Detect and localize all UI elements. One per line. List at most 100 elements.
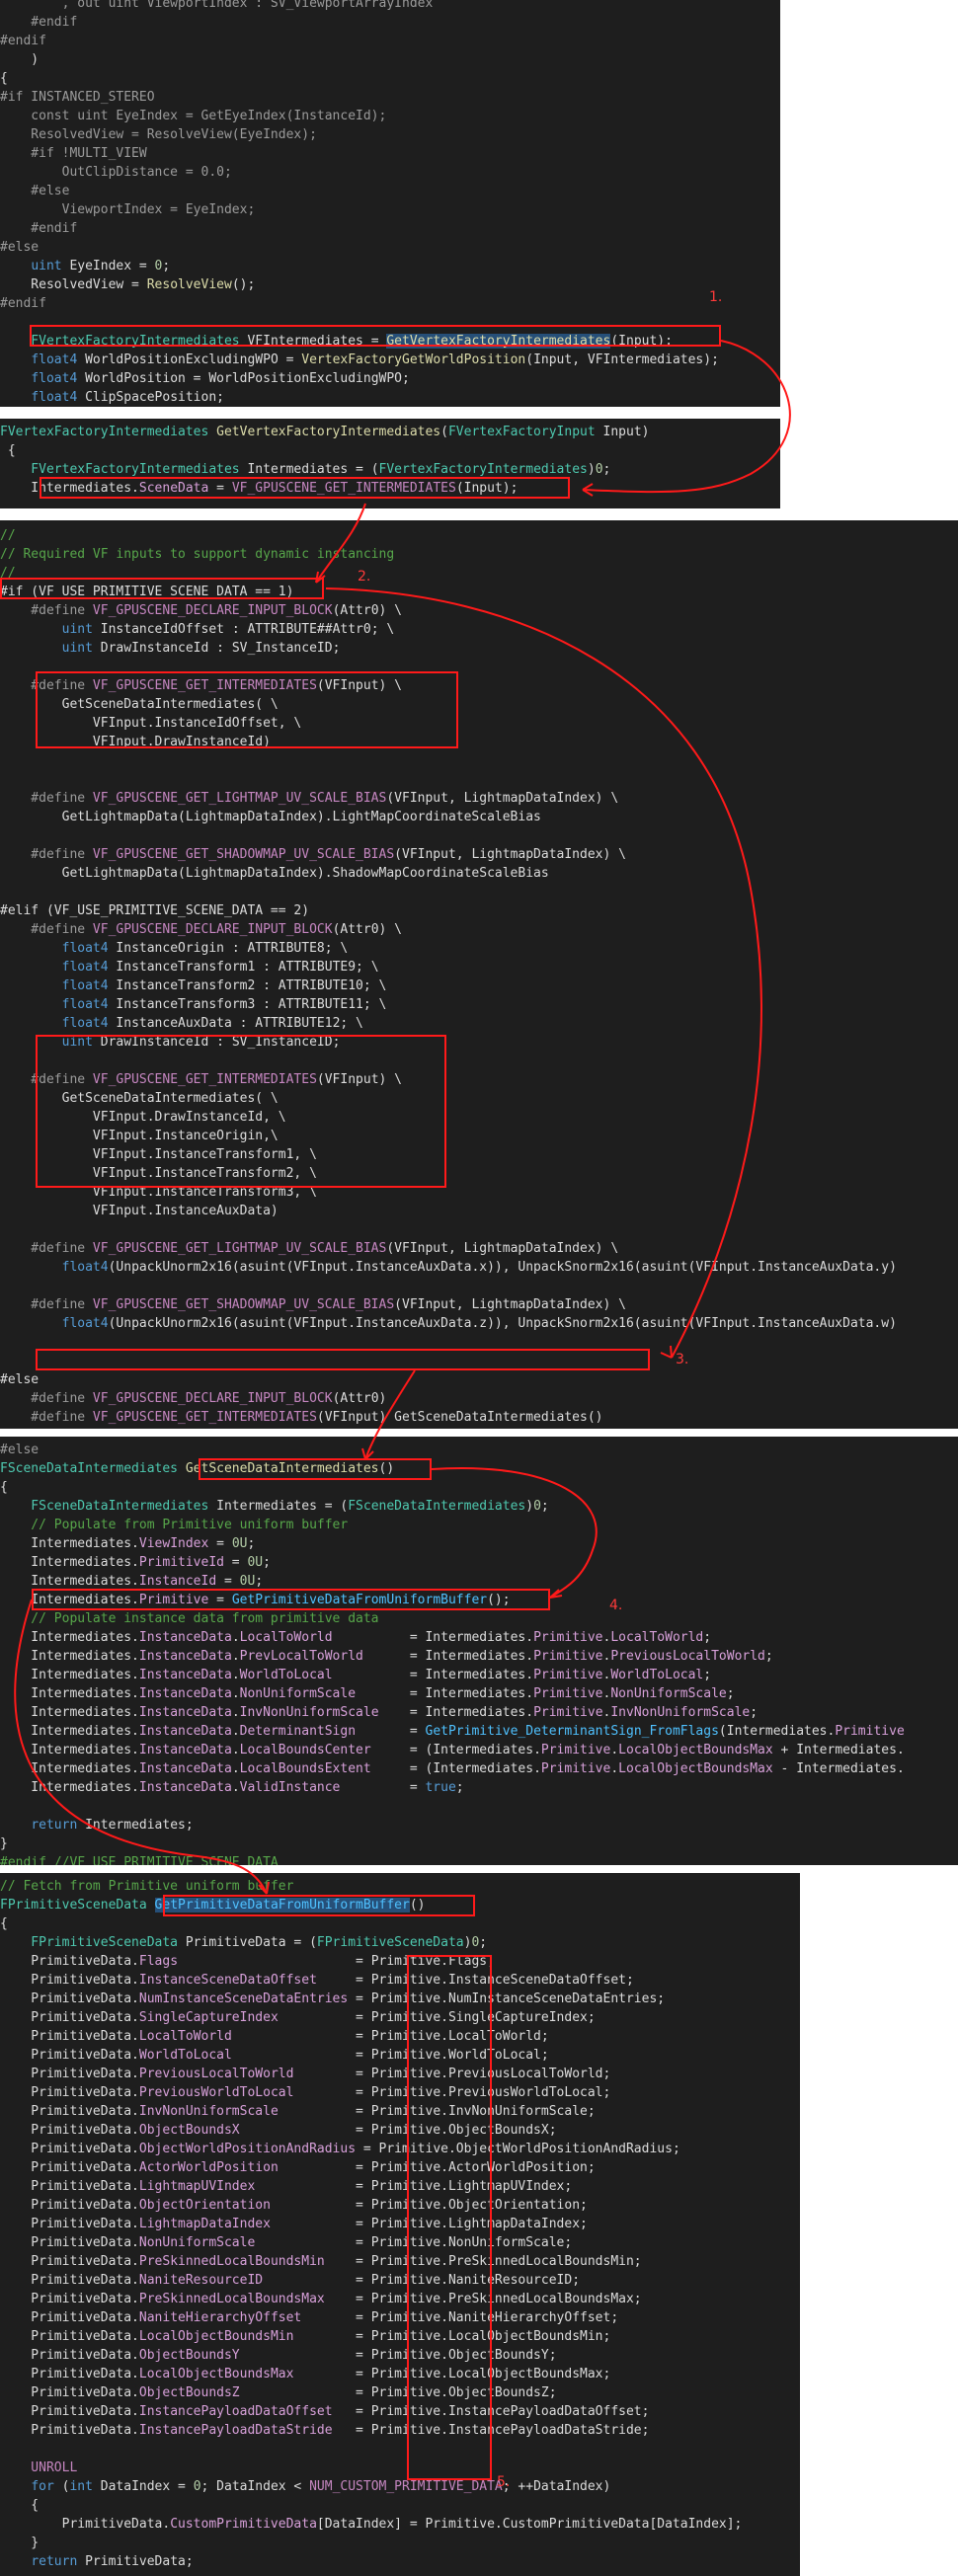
code-token: Primitive [835, 1724, 905, 1739]
code-token: PrimitiveData. [0, 2423, 139, 2438]
code-token: ; [703, 1668, 712, 1682]
code-token: InstanceData [138, 1743, 232, 1757]
highlight-box-primitive-column [407, 1955, 492, 2480]
code-line: PrimitiveData.CustomPrimitiveData[DataIn… [0, 2515, 743, 2534]
code-token: ; [255, 1574, 264, 1589]
code-token: = Intermediates. [362, 1649, 534, 1664]
code-token: ValidInstance [239, 1780, 341, 1795]
code-line: #define VF_GPUSCENE_GET_SHADOWMAP_UV_SCA… [0, 1295, 626, 1314]
code-line: float4(UnpackUnorm2x16(asuint(VFInput.In… [0, 1314, 897, 1333]
code-token: LocalToWorld [239, 1630, 333, 1645]
code-token: ; [602, 462, 611, 477]
code-token: WorldToLocal [138, 2048, 232, 2063]
code-token: InstanceData [138, 1705, 232, 1720]
code-token: VFInput.InstanceAuxData) [0, 1204, 279, 1218]
code-token: #endif [0, 296, 46, 311]
code-token: ( [53, 2479, 70, 2494]
code-token: Intermediates. [0, 1780, 139, 1795]
code-line: #endif [0, 13, 77, 32]
code-token: (VFInput) GetSceneDataIntermediates() [316, 1410, 603, 1425]
code-token: ObjectWorldPositionAndRadius [138, 2142, 357, 2156]
code-line: GetLightmapData(LightmapDataIndex).Light… [0, 808, 541, 826]
annotation-label-1: 1. [709, 289, 723, 305]
code-line: UNROLL [0, 2459, 77, 2477]
code-token: uint [31, 259, 62, 273]
code-token: float4 [61, 997, 109, 1012]
code-token: ; [764, 1649, 773, 1664]
code-token: PreviousLocalToWorld [610, 1649, 765, 1664]
code-token: LocalBoundsCenter [239, 1743, 371, 1757]
code-token: InstanceIdOffset : ATTRIBUTE##Attr0; \ [92, 622, 395, 637]
code-line: // Fetch from Primitive uniform buffer [0, 1877, 293, 1896]
code-token: VertexFactoryGetWorldPosition [301, 352, 526, 367]
code-line: Intermediates.PrimitiveId = 0U; [0, 1553, 271, 1572]
code-line: Intermediates.InstanceData.DeterminantSi… [0, 1722, 905, 1741]
code-token: Primitive [533, 1705, 603, 1720]
code-token: PrimitiveData. [0, 2273, 139, 2288]
code-token: InstanceTransform2 : ATTRIBUTE10; \ [108, 978, 387, 993]
code-token: . [231, 1686, 240, 1701]
code-token: for [31, 2479, 54, 2494]
code-token: PrimitiveData. [0, 2123, 139, 2138]
code-token: #endif [0, 34, 46, 48]
code-line: Intermediates.InstanceData.ValidInstance… [0, 1778, 464, 1797]
code-token: ; [455, 1780, 464, 1795]
code-token: InstanceData [138, 1761, 232, 1776]
code-line: // Populate instance data from primitive… [0, 1609, 378, 1628]
code-line: Intermediates.InstanceData.LocalToWorld … [0, 1628, 711, 1647]
code-line: Intermediates.InstanceData.NonUniformSca… [0, 1684, 734, 1703]
code-line: // Required VF inputs to support dynamic… [0, 545, 394, 564]
code-line: ViewportIndex = EyeIndex; [0, 200, 256, 219]
code-token: [DataIndex] = Primitive.CustomPrimitiveD… [316, 2517, 743, 2532]
code-line: #else [0, 182, 69, 200]
code-token: InstanceTransform1 : ATTRIBUTE9; \ [108, 960, 379, 975]
code-token: = Primitive.LocalToWorld; [231, 2029, 549, 2044]
highlight-box-if-primitive-scene-data [0, 578, 324, 599]
code-token: NonUniformScale [239, 1686, 357, 1701]
code-token: ActorWorldPosition [138, 2160, 279, 2175]
code-token: (VFInput, LightmapDataIndex) \ [394, 847, 626, 862]
code-token: InvNonUniformScale [239, 1705, 379, 1720]
code-line: #if !MULTI_VIEW [0, 144, 146, 163]
highlight-box-vfintermediates [30, 325, 721, 347]
code-line: { [0, 69, 8, 88]
code-token: PrimitiveData. [0, 2348, 139, 2363]
code-token: InstanceId [138, 1574, 217, 1589]
code-line: { [0, 2496, 39, 2515]
code-line: } [0, 2534, 39, 2552]
code-token: #define [0, 922, 93, 937]
code-token: 0 [193, 2479, 201, 2494]
code-line: float4 WorldPositionExcludingWPO = Verte… [0, 351, 719, 369]
code-token: = Primitive.ObjectWorldPositionAndRadius… [356, 2142, 680, 2156]
annotation-label-3: 3. [676, 1352, 689, 1367]
code-line: float4 ClipSpacePosition; [0, 388, 224, 407]
code-token: ; [263, 1555, 271, 1570]
code-token: NumInstanceSceneDataEntries [138, 1991, 349, 2006]
code-token: PrimitiveData. [0, 2085, 139, 2100]
code-token: ( [440, 425, 448, 439]
code-line: #endif [0, 294, 46, 313]
code-line: #else [0, 238, 39, 257]
code-token: Intermediates. [0, 1668, 139, 1682]
code-line: PrimitiveData.InstanceSceneDataOffset = … [0, 1971, 634, 1990]
code-line: #define VF_GPUSCENE_GET_SHADOWMAP_UV_SCA… [0, 845, 626, 864]
code-token: = Primitive.WorldToLocal; [231, 2048, 549, 2063]
code-token: NaniteHierarchyOffset [138, 2310, 302, 2325]
code-token: #define [0, 1391, 93, 1406]
code-token: #if INSTANCED_STEREO [0, 90, 155, 105]
highlight-box-get-primitive-data [163, 1895, 475, 1916]
code-token: InstancePayloadDataOffset [138, 2404, 333, 2419]
code-line: ResolvedView = ResolveView(); [0, 275, 255, 294]
code-token: (Intermediates. [718, 1724, 836, 1739]
code-token: LocalToWorld [138, 2029, 232, 2044]
code-line: #define VF_GPUSCENE_DECLARE_INPUT_BLOCK(… [0, 1389, 386, 1408]
code-token: . [231, 1743, 240, 1757]
code-token: PrimitiveData. [0, 2029, 139, 2044]
